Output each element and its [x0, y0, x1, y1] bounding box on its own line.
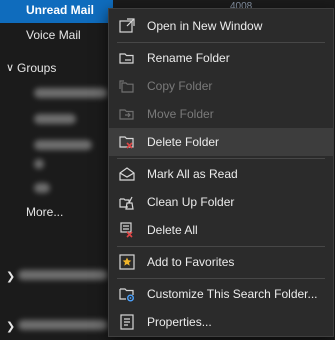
menu-customize-search-folder[interactable]: Customize This Search Folder... — [109, 280, 333, 308]
menu-item-label: Add to Favorites — [147, 255, 235, 269]
favorites-star-icon — [118, 253, 136, 271]
blurred-account-name — [18, 320, 108, 330]
mark-all-read-icon — [118, 165, 136, 183]
menu-open-in-new-window[interactable]: Open in New Window — [109, 12, 333, 40]
folder-unread-mail[interactable]: Unread Mail 4008 — [0, 0, 252, 23]
menu-item-label: Delete Folder — [147, 135, 220, 149]
menu-item-label: Customize This Search Folder... — [147, 287, 318, 301]
menu-item-label: Mark All as Read — [147, 167, 238, 181]
menu-move-folder[interactable]: Move Folder — [109, 100, 333, 128]
groups-label: Groups — [17, 61, 57, 75]
menu-item-label: Open in New Window — [147, 19, 263, 33]
chevron-right-icon[interactable]: ❯ — [6, 264, 15, 290]
menu-mark-all-as-read[interactable]: Mark All as Read — [109, 160, 333, 188]
menu-item-label: Rename Folder — [147, 51, 230, 65]
clean-up-folder-icon — [118, 193, 136, 211]
menu-delete-all[interactable]: Delete All — [109, 216, 333, 244]
blurred-group-name[interactable] — [34, 88, 108, 98]
menu-separator — [117, 246, 325, 247]
customize-search-icon — [118, 285, 136, 303]
delete-folder-icon — [118, 133, 136, 151]
menu-item-label: Delete All — [147, 223, 198, 237]
menu-separator — [117, 278, 325, 279]
blurred-group-name[interactable] — [34, 140, 92, 150]
menu-copy-folder[interactable]: Copy Folder — [109, 72, 333, 100]
menu-properties[interactable]: Properties... — [109, 308, 333, 336]
menu-separator — [117, 42, 325, 43]
open-window-icon — [118, 17, 136, 35]
menu-clean-up-folder[interactable]: Clean Up Folder — [109, 188, 333, 216]
menu-item-label: Move Folder — [147, 107, 214, 121]
move-folder-icon — [118, 105, 136, 123]
delete-all-icon — [118, 221, 136, 239]
chevron-down-icon[interactable]: ∨ — [6, 55, 14, 81]
menu-separator — [117, 158, 325, 159]
menu-item-label: Properties... — [147, 315, 212, 329]
folder-context-menu: Open in New Window Rename Folder Copy Fo… — [108, 8, 334, 337]
folder-label: Unread Mail — [26, 3, 95, 17]
menu-item-label: Clean Up Folder — [147, 195, 235, 209]
blurred-group-name[interactable] — [34, 114, 76, 124]
menu-add-to-favorites[interactable]: Add to Favorites — [109, 248, 333, 276]
folder-voice-mail[interactable]: Voice Mail — [0, 22, 110, 48]
blurred-group-name[interactable] — [34, 159, 44, 169]
menu-item-label: Copy Folder — [147, 79, 213, 93]
groups-header[interactable]: ∨ Groups — [0, 55, 110, 81]
menu-rename-folder[interactable]: Rename Folder — [109, 44, 333, 72]
blurred-group-name[interactable] — [34, 183, 50, 193]
properties-icon — [118, 313, 136, 331]
groups-more-link[interactable]: More... — [0, 199, 110, 225]
copy-folder-icon — [118, 77, 136, 95]
rename-folder-icon — [118, 49, 136, 67]
chevron-right-icon[interactable]: ❯ — [6, 314, 15, 340]
more-label: More... — [26, 205, 64, 219]
menu-delete-folder[interactable]: Delete Folder — [109, 128, 333, 156]
blurred-account-name — [18, 270, 108, 280]
folder-label: Voice Mail — [26, 28, 81, 42]
